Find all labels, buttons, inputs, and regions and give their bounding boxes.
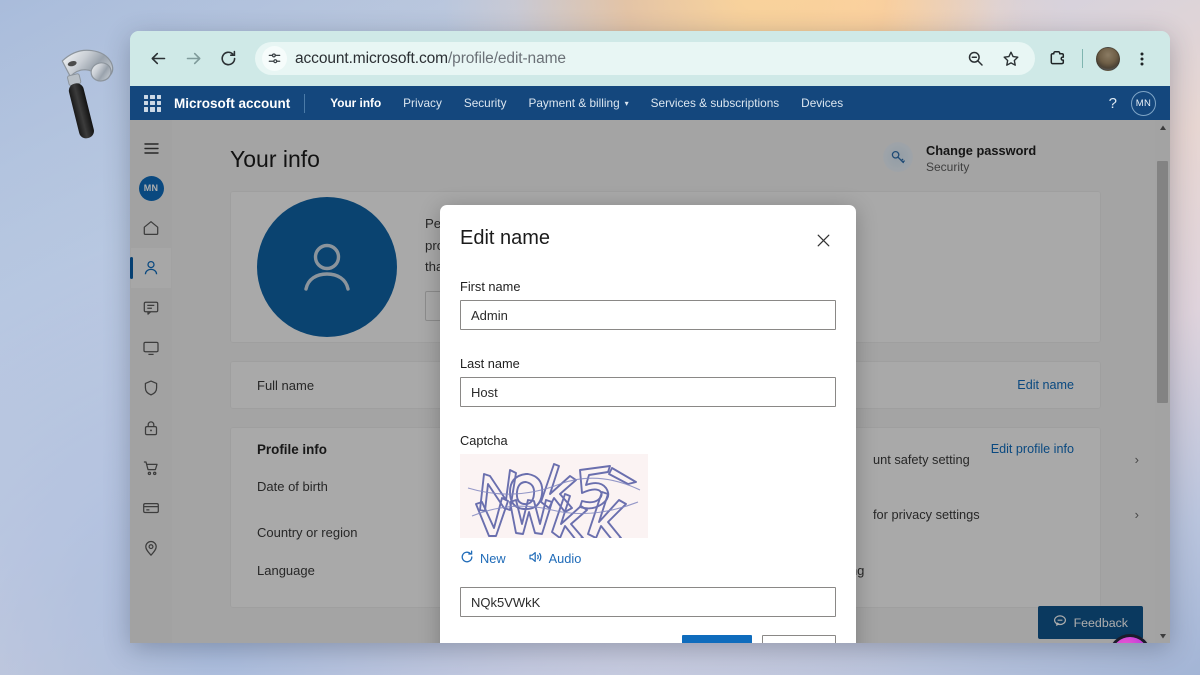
nav-label: Privacy [403,96,442,110]
first-name-field[interactable] [460,300,836,330]
url-text: account.microsoft.com/profile/edit-name [295,50,566,68]
dialog-buttons: Save Cancel [681,635,836,643]
hamburger-menu-icon[interactable] [131,128,171,168]
captcha-input[interactable] [460,587,836,617]
last-name-field[interactable] [460,377,836,407]
captcha-audio-button[interactable]: Audio [528,550,582,567]
chevron-down-icon: ▾ [624,98,629,108]
nav-link-services-subscriptions[interactable]: Services & subscriptions [640,86,791,120]
help-icon[interactable]: ? [1105,95,1121,112]
tile-subtitle: Security [926,160,970,175]
nav-label: Devices [801,96,844,110]
microsoft-account-nav: Microsoft account Your info Privacy Secu… [130,86,1170,120]
feedback-button[interactable]: Feedback [1037,606,1143,639]
settings-row-label: for privacy settings [873,507,980,523]
rail-item-services[interactable] [131,448,171,488]
tune-icon[interactable] [262,46,287,71]
rail-item-devices[interactable] [131,328,171,368]
save-button[interactable]: Save [681,635,752,643]
chevron-right-icon: › [1134,507,1139,523]
close-icon[interactable] [810,227,836,253]
edit-name-dialog: Edit name First name Last name Captcha [440,205,856,643]
nav-label: Security [463,96,507,110]
tile-change-password[interactable]: Change password Security [873,134,1143,182]
captcha-label: Captcha [460,433,508,448]
rail-item-your-info[interactable] [130,248,171,288]
rail-item-feedback[interactable] [131,288,171,328]
dialog-title: Edit name [460,227,551,249]
scroll-up-arrow-icon[interactable] [1155,120,1170,135]
feedback-label: Feedback [1073,615,1128,630]
last-name-label: Last name [460,356,520,371]
rail-item-payment[interactable] [131,488,171,528]
tile-title: Change password [926,143,1037,158]
brand-microsoft-account[interactable]: Microsoft account [174,96,290,111]
rail-item-home[interactable] [131,208,171,248]
back-arrow-icon[interactable] [142,42,175,75]
right-column: Change password Security unt safety sett… [873,134,1143,536]
first-name-label: First name [460,279,521,294]
refresh-icon [460,550,474,567]
captcha-audio-label: Audio [548,551,582,566]
rail-avatar[interactable]: MN [131,168,171,208]
settings-row-account-safety[interactable]: unt safety setting › [873,438,1143,481]
url-path: /profile/edit-name [447,49,566,67]
nav-label: Your info [330,96,382,110]
person-avatar-icon [257,197,397,337]
nav-avatar[interactable]: MN [1131,90,1156,116]
nav-link-your-info[interactable]: Your info [319,86,392,120]
chevron-right-icon: › [1134,452,1139,468]
nav-link-devices[interactable]: Devices [790,86,854,120]
key-icon [883,142,913,172]
rail-item-security[interactable] [131,408,171,448]
zoom-out-icon[interactable] [959,42,992,75]
vertical-scrollbar[interactable] [1155,120,1170,643]
profile-avatar-icon[interactable] [1091,42,1124,75]
extensions-puzzle-icon[interactable] [1041,42,1074,75]
desktop: account.microsoft.com/profile/edit-name [0,0,1200,675]
dialog-header: Edit name [460,227,836,253]
captcha-new-label: New [480,551,506,566]
nav-link-privacy[interactable]: Privacy [392,86,453,120]
settings-row-privacy[interactable]: for privacy settings › [873,481,1143,536]
settings-row-label: unt safety setting [873,452,970,468]
browser-window: account.microsoft.com/profile/edit-name [130,31,1170,643]
browser-toolbar: account.microsoft.com/profile/edit-name [130,31,1170,86]
star-icon[interactable] [994,42,1027,75]
three-dot-menu-icon[interactable] [1125,42,1158,75]
address-bar[interactable]: account.microsoft.com/profile/edit-name [255,42,1035,75]
captcha-actions: New Audio [460,550,836,567]
feedback-icon [1053,614,1067,631]
reload-icon[interactable] [212,42,245,75]
nav-link-security[interactable]: Security [453,86,518,120]
scrollbar-thumb[interactable] [1157,161,1168,403]
captcha-image [460,454,648,538]
rail-item-location[interactable] [131,528,171,568]
nav-divider [304,93,306,113]
rail-item-privacy[interactable] [131,368,171,408]
speaker-icon [528,550,543,567]
nav-link-payment-billing[interactable]: Payment & billing ▾ [517,86,639,120]
forward-arrow-icon[interactable] [177,42,210,75]
url-domain: account.microsoft.com [295,49,448,67]
nav-label: Services & subscriptions [650,96,780,110]
nav-label: Payment & billing [528,96,620,110]
scroll-down-arrow-icon[interactable] [1155,628,1170,643]
app-launcher-icon[interactable] [144,94,161,112]
cancel-button[interactable]: Cancel [761,635,836,643]
scrollbar-track[interactable] [1155,135,1170,628]
toolbar-divider [1082,49,1083,68]
page-body: MN Your info that Full name Edit name Pr… [130,120,1170,643]
captcha-new-button[interactable]: New [460,550,506,567]
sidebar-rail: MN [130,120,172,643]
profile-info-title: Profile info [257,442,327,457]
